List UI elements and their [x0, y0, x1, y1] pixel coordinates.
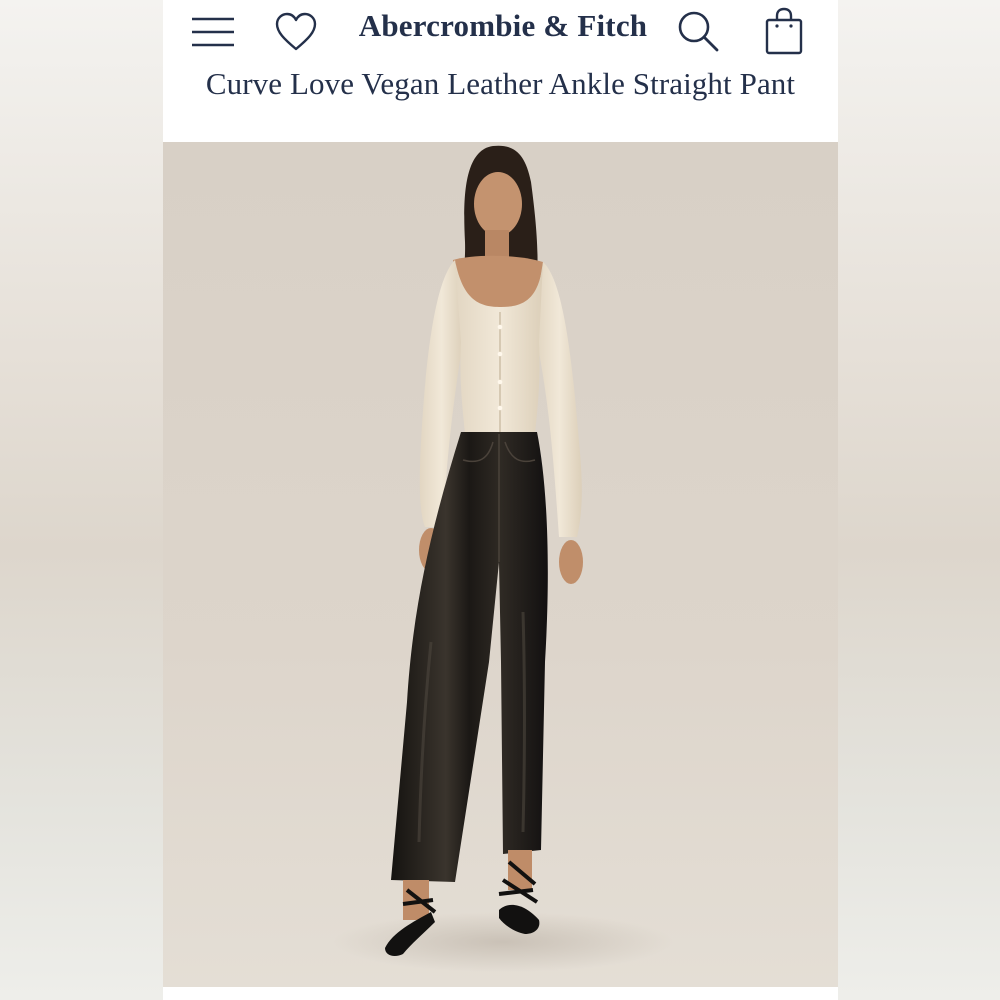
model-photo: [163, 142, 838, 987]
bottom-edge: [163, 987, 838, 1000]
brand-logo[interactable]: Abercrombie & Fitch: [358, 8, 648, 44]
menu-button[interactable]: [189, 12, 237, 52]
hamburger-menu-icon: [192, 17, 234, 47]
product-image[interactable]: [163, 142, 838, 987]
wishlist-button[interactable]: [273, 10, 319, 54]
mobile-product-page: Abercrombie & Fitch Curve Love Vegan Lea…: [163, 0, 838, 1000]
product-title: Curve Love Vegan Leather Ankle Straight …: [205, 66, 796, 101]
heart-icon: [275, 12, 317, 51]
shopping-bag-icon: [765, 7, 803, 55]
shopping-bag-button[interactable]: [761, 6, 807, 56]
search-button[interactable]: [675, 8, 721, 54]
site-header: Abercrombie & Fitch Curve Love Vegan Lea…: [163, 0, 838, 142]
search-icon: [678, 11, 719, 52]
